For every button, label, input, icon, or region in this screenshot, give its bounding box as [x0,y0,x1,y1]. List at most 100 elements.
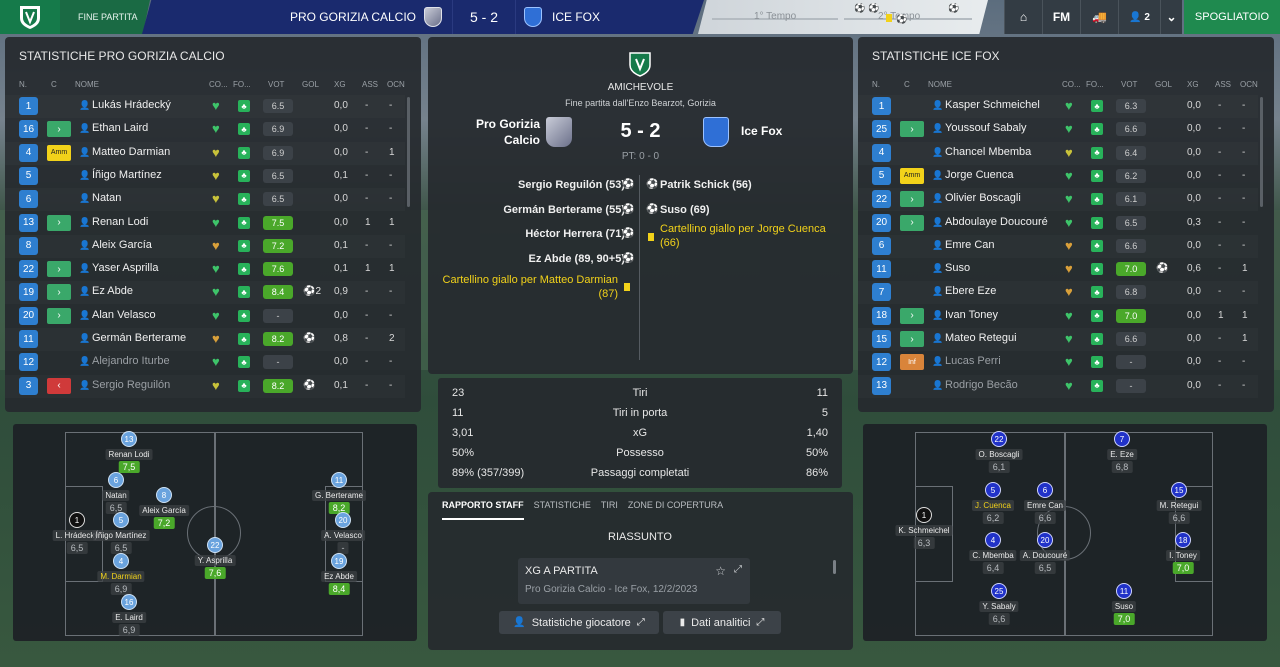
player-name[interactable]: Ivan Toney [945,309,998,321]
player-marker[interactable]: 1 [69,512,85,528]
fm-button[interactable]: FM [1042,0,1080,34]
player-row[interactable]: 4 Amm 👤 Matteo Darmian ♥ ♣ 6.9 0,0 - 1 [5,142,405,165]
column-header[interactable]: C [904,80,910,89]
summary-scrollbar[interactable] [833,560,836,574]
table-scrollbar[interactable] [407,97,410,207]
player-row[interactable]: 1 👤 Lukás Hrádecký ♥ ♣ 6.5 0,0 - - [5,95,405,118]
column-header[interactable]: GOL [1155,80,1172,89]
player-name[interactable]: Alan Velasco [92,309,156,321]
player-stats-button[interactable]: 👤 Statistiche giocatore ⤢ [499,611,659,634]
player-row[interactable]: 20 › 👤 Alan Velasco ♥ ♣ -0,0- - [5,305,405,328]
player-row[interactable]: 12 Inf 👤 Lucas Perri ♥ ♣ -0,0- - [858,351,1258,374]
player-marker[interactable]: 15 [1171,482,1187,498]
column-header[interactable]: CO... [209,80,228,89]
player-row[interactable]: 22 › 👤 Yaser Asprilla ♥ ♣ 7.6 0,1 1 1 [5,258,405,281]
column-header[interactable]: XG [1187,80,1199,89]
xg-card[interactable]: XG A PARTITA Pro Gorizia Calcio - Ice Fo… [518,558,750,604]
expand-icon[interactable]: ⤢ [734,564,742,575]
player-row[interactable]: 6 👤 Natan ♥ ♣ 6.5 0,0 - - [5,188,405,211]
player-marker[interactable]: 11 [331,472,347,488]
player-name[interactable]: Matteo Darmian [92,146,170,158]
player-name[interactable]: Suso [945,262,970,274]
player-row[interactable]: 5 Amm 👤 Jorge Cuenca ♥ ♣ 6.2 0,0 - - [858,165,1258,188]
column-header[interactable]: N. [19,80,27,89]
column-header[interactable]: N. [872,80,880,89]
player-marker[interactable]: 7 [1114,431,1130,447]
player-row[interactable]: 25 › 👤 Youssouf Sabaly ♥ ♣ 6.6 0,0 - - [858,118,1258,141]
player-row[interactable]: 13 👤 Rodrigo Becão ♥ ♣ -0,0- - [858,375,1258,398]
player-row[interactable]: 4 👤 Chancel Mbemba ♥ ♣ 6.4 0,0 - - [858,142,1258,165]
player-name[interactable]: Germán Berterame [92,332,186,344]
player-marker[interactable]: 5 [113,512,129,528]
player-name[interactable]: Ez Abde [92,285,133,297]
tab-tiri[interactable]: TIRI [601,500,618,520]
player-marker[interactable]: 22 [207,537,223,553]
spogliatoio-button[interactable]: SPOGLIATOIO [1184,0,1280,34]
player-marker[interactable]: 20 [1037,532,1053,548]
player-name[interactable]: Lucas Perri [945,355,1001,367]
player-name[interactable]: Olivier Boscagli [945,192,1021,204]
player-name[interactable]: Chancel Mbemba [945,146,1031,158]
player-marker[interactable]: 4 [113,553,129,569]
player-marker[interactable]: 22 [991,431,1007,447]
dropdown-button[interactable]: ⌄ [1160,0,1182,34]
player-row[interactable]: 16 › 👤 Ethan Laird ♥ ♣ 6.9 0,0 - - [5,118,405,141]
player-name[interactable]: Youssouf Sabaly [945,122,1027,134]
player-marker[interactable]: 5 [985,482,1001,498]
player-row[interactable]: 20 › 👤 Abdoulaye Doucouré ♥ ♣ 6.5 0,3 - - [858,212,1258,235]
player-row[interactable]: 11 👤 Germán Berterame ♥ ♣ 8.2 ⚽ 0,8 - 2 [5,328,405,351]
star-icon[interactable]: ☆ [715,564,726,578]
player-name[interactable]: Rodrigo Becão [945,379,1018,391]
player-name[interactable]: Ebere Eze [945,285,996,297]
tab-zone-copertura[interactable]: ZONE DI COPERTURA [628,500,723,520]
player-row[interactable]: 13 › 👤 Renan Lodi ♥ ♣ 7.5 0,0 1 1 [5,212,405,235]
player-marker[interactable]: 8 [156,487,172,503]
player-name[interactable]: Ethan Laird [92,122,148,134]
player-name[interactable]: Íñigo Martínez [92,169,162,181]
player-row[interactable]: 7 👤 Ebere Eze ♥ ♣ 6.8 0,0 - - [858,281,1258,304]
player-marker[interactable]: 6 [1037,482,1053,498]
column-header[interactable]: C [51,80,57,89]
player-marker[interactable]: 16 [121,594,137,610]
player-name[interactable]: Natan [92,192,121,204]
column-header[interactable]: ASS [1215,80,1231,89]
player-row[interactable]: 3 ‹ 👤 Sergio Reguilón ♥ ♣ 8.2 ⚽ 0,1 - - [5,375,405,398]
player-marker[interactable]: 11 [1116,583,1132,599]
tab-rapporto-staff[interactable]: RAPPORTO STAFF [442,500,524,520]
column-header[interactable]: CO... [1062,80,1081,89]
column-header[interactable]: XG [334,80,346,89]
player-marker[interactable]: 25 [991,583,1007,599]
player-marker[interactable]: 4 [985,532,1001,548]
player-row[interactable]: 1 👤 Kasper Schmeichel ♥ ♣ 6.3 0,0 - - [858,95,1258,118]
column-header[interactable]: VOT [1121,80,1137,89]
player-row[interactable]: 6 👤 Emre Can ♥ ♣ 6.6 0,0 - - [858,235,1258,258]
squad-button[interactable]: 👤 2 [1118,0,1160,34]
player-row[interactable]: 18 › 👤 Ivan Toney ♥ ♣ 7.0 0,0 1 1 [858,305,1258,328]
player-marker[interactable]: 20 [335,512,351,528]
player-name[interactable]: Emre Can [945,239,995,251]
column-header[interactable]: OCN [1240,80,1258,89]
column-header[interactable]: NOME [928,80,952,89]
away-team-header[interactable]: ICE FOX [516,0,704,34]
column-header[interactable]: FO... [233,80,251,89]
player-marker[interactable]: 1 [916,507,932,523]
player-row[interactable]: 19 › 👤 Ez Abde ♥ ♣ 8.4 ⚽2 0,9 - - [5,281,405,304]
player-row[interactable]: 12 👤 Alejandro Iturbe ♥ ♣ -0,0- - [5,351,405,374]
player-row[interactable]: 11 👤 Suso ♥ ♣ 7.0 ⚽ 0,6 - 1 [858,258,1258,281]
tab-statistiche[interactable]: STATISTICHE [534,500,591,520]
column-header[interactable]: VOT [268,80,284,89]
player-name[interactable]: Abdoulaye Doucouré [945,216,1048,228]
column-header[interactable]: GOL [302,80,319,89]
player-name[interactable]: Aleix García [92,239,152,251]
player-name[interactable]: Renan Lodi [92,216,148,228]
player-name[interactable]: Yaser Asprilla [92,262,158,274]
player-name[interactable]: Kasper Schmeichel [945,99,1040,111]
column-header[interactable]: OCN [387,80,405,89]
player-row[interactable]: 15 › 👤 Mateo Retegui ♥ ♣ 6.6 0,0 - 1 [858,328,1258,351]
player-name[interactable]: Lukás Hrádecký [92,99,171,111]
player-row[interactable]: 5 👤 Íñigo Martínez ♥ ♣ 6.5 0,1 - - [5,165,405,188]
match-timeline[interactable]: 1° Tempo 2° Tempo ⚽ ⚽ ⚽ ⚽ [698,0,988,34]
column-header[interactable]: ASS [362,80,378,89]
home-button[interactable]: ⌂ [1004,0,1042,34]
player-name[interactable]: Jorge Cuenca [945,169,1014,181]
